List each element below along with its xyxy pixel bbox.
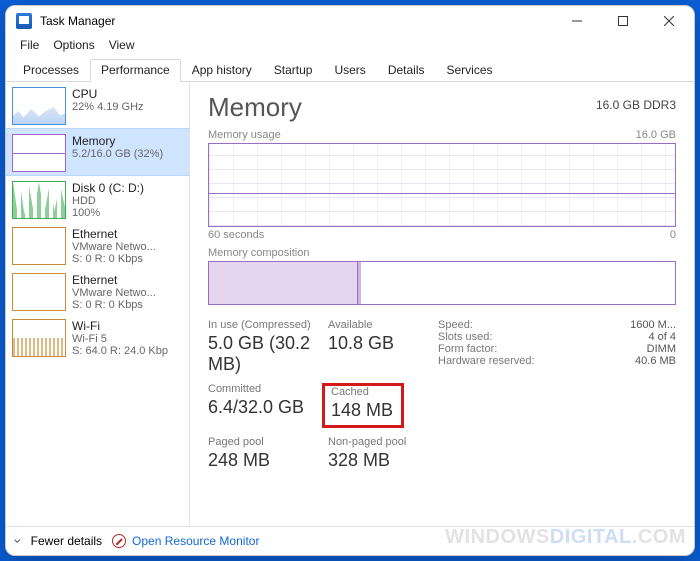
- app-icon: [16, 13, 32, 29]
- sidebar-item-label: Wi-Fi: [72, 319, 168, 333]
- sidebar-item-label: Disk 0 (C: D:): [72, 181, 144, 195]
- kv-speed-v: 1600 M...: [630, 319, 676, 331]
- sidebar-item-sub: 22% 4.19 GHz: [72, 101, 144, 113]
- paged-label: Paged pool: [208, 436, 328, 448]
- maximize-button[interactable]: [600, 6, 646, 36]
- sidebar-item-label: Ethernet: [72, 227, 156, 241]
- sidebar-item-ethernet-1[interactable]: Ethernet VMware Netwo... S: 0 R: 0 Kbps: [6, 222, 189, 268]
- tab-startup[interactable]: Startup: [263, 59, 324, 82]
- tab-strip: Processes Performance App history Startu…: [6, 58, 694, 82]
- kv-hw-v: 40.6 MB: [635, 355, 676, 367]
- memory-thumbnail-icon: [12, 134, 66, 172]
- nonpaged-value: 328 MB: [328, 450, 438, 471]
- usage-chart-max: 16.0 GB: [636, 129, 676, 141]
- tab-app-history[interactable]: App history: [181, 59, 263, 82]
- menu-options[interactable]: Options: [53, 38, 94, 52]
- chevron-up-icon: ›: [10, 539, 26, 544]
- cpu-thumbnail-icon: [12, 87, 66, 125]
- content: CPU 22% 4.19 GHz Memory 5.2/16.0 GB (32%…: [6, 82, 694, 526]
- kv-hw-k: Hardware reserved:: [438, 355, 535, 367]
- memory-detail-pane: Memory 16.0 GB DDR3 Memory usage 16.0 GB…: [190, 82, 694, 526]
- cached-value: 148 MB: [331, 400, 393, 421]
- total-memory: 16.0 GB DDR3: [596, 98, 676, 112]
- fewer-details-link[interactable]: Fewer details: [31, 534, 102, 548]
- tab-details[interactable]: Details: [377, 59, 436, 82]
- tab-services[interactable]: Services: [436, 59, 504, 82]
- menubar: File Options View: [6, 36, 694, 58]
- disk-thumbnail-icon: [12, 181, 66, 219]
- sidebar-item-sub: VMware Netwo...: [72, 287, 156, 299]
- paged-value: 248 MB: [208, 450, 328, 471]
- committed-value: 6.4/32.0 GB: [208, 397, 328, 418]
- kv-slots-v: 4 of 4: [648, 331, 676, 343]
- kv-speed-k: Speed:: [438, 319, 473, 331]
- perf-sidebar: CPU 22% 4.19 GHz Memory 5.2/16.0 GB (32%…: [6, 82, 190, 526]
- axis-left: 60 seconds: [208, 229, 264, 241]
- wifi-thumbnail-icon: [12, 319, 66, 357]
- close-button[interactable]: [646, 6, 692, 36]
- available-value: 10.8 GB: [328, 333, 438, 354]
- ethernet-thumbnail-icon: [12, 227, 66, 265]
- kv-slots-k: Slots used:: [438, 331, 492, 343]
- watermark: WindowsDigital.com: [445, 526, 686, 549]
- cached-label: Cached: [331, 386, 393, 398]
- open-resource-monitor-link[interactable]: Open Resource Monitor: [132, 534, 259, 548]
- axis-right: 0: [670, 229, 676, 241]
- sidebar-item-wifi[interactable]: Wi-Fi Wi-Fi 5 S: 64.0 R: 24.0 Kbp: [6, 314, 189, 360]
- sidebar-item-sub2: S: 0 R: 0 Kbps: [72, 253, 156, 265]
- ethernet-thumbnail-icon: [12, 273, 66, 311]
- window-title: Task Manager: [40, 14, 554, 28]
- sidebar-item-sub: 5.2/16.0 GB (32%): [72, 148, 163, 160]
- memory-usage-chart: [208, 143, 676, 227]
- sidebar-item-memory[interactable]: Memory 5.2/16.0 GB (32%): [6, 128, 189, 176]
- memory-composition-chart: [208, 261, 676, 305]
- highlight-cached: Cached 148 MB: [322, 383, 404, 428]
- sidebar-item-sub2: S: 0 R: 0 Kbps: [72, 299, 156, 311]
- sidebar-item-disk[interactable]: Disk 0 (C: D:) HDD 100%: [6, 176, 189, 222]
- sidebar-item-sub2: S: 64.0 R: 24.0 Kbp: [72, 345, 168, 357]
- usage-chart-label: Memory usage: [208, 129, 281, 141]
- sidebar-item-ethernet-2[interactable]: Ethernet VMware Netwo... S: 0 R: 0 Kbps: [6, 268, 189, 314]
- menu-view[interactable]: View: [109, 38, 135, 52]
- sidebar-item-label: Memory: [72, 134, 163, 148]
- resource-monitor-icon: [112, 534, 126, 548]
- kv-form-v: DIMM: [647, 343, 676, 355]
- tab-processes[interactable]: Processes: [12, 59, 90, 82]
- committed-label: Committed: [208, 383, 328, 395]
- tab-performance[interactable]: Performance: [90, 59, 181, 82]
- minimize-button[interactable]: [554, 6, 600, 36]
- page-title: Memory: [208, 92, 302, 123]
- sidebar-item-label: Ethernet: [72, 273, 156, 287]
- inuse-label: In use (Compressed): [208, 319, 328, 331]
- titlebar[interactable]: Task Manager: [6, 6, 694, 36]
- kv-form-k: Form factor:: [438, 343, 497, 355]
- sidebar-item-cpu[interactable]: CPU 22% 4.19 GHz: [6, 82, 189, 128]
- sidebar-item-label: CPU: [72, 87, 144, 101]
- sidebar-item-sub: VMware Netwo...: [72, 241, 156, 253]
- menu-file[interactable]: File: [20, 38, 39, 52]
- sidebar-item-sub2: 100%: [72, 207, 144, 219]
- inuse-value: 5.0 GB (30.2 MB): [208, 333, 328, 375]
- available-label: Available: [328, 319, 438, 331]
- composition-label: Memory composition: [208, 247, 309, 259]
- sidebar-item-sub: HDD: [72, 195, 144, 207]
- sidebar-item-sub: Wi-Fi 5: [72, 333, 168, 345]
- tab-users[interactable]: Users: [323, 59, 376, 82]
- window: Task Manager File Options View Processes…: [5, 5, 695, 556]
- nonpaged-label: Non-paged pool: [328, 436, 438, 448]
